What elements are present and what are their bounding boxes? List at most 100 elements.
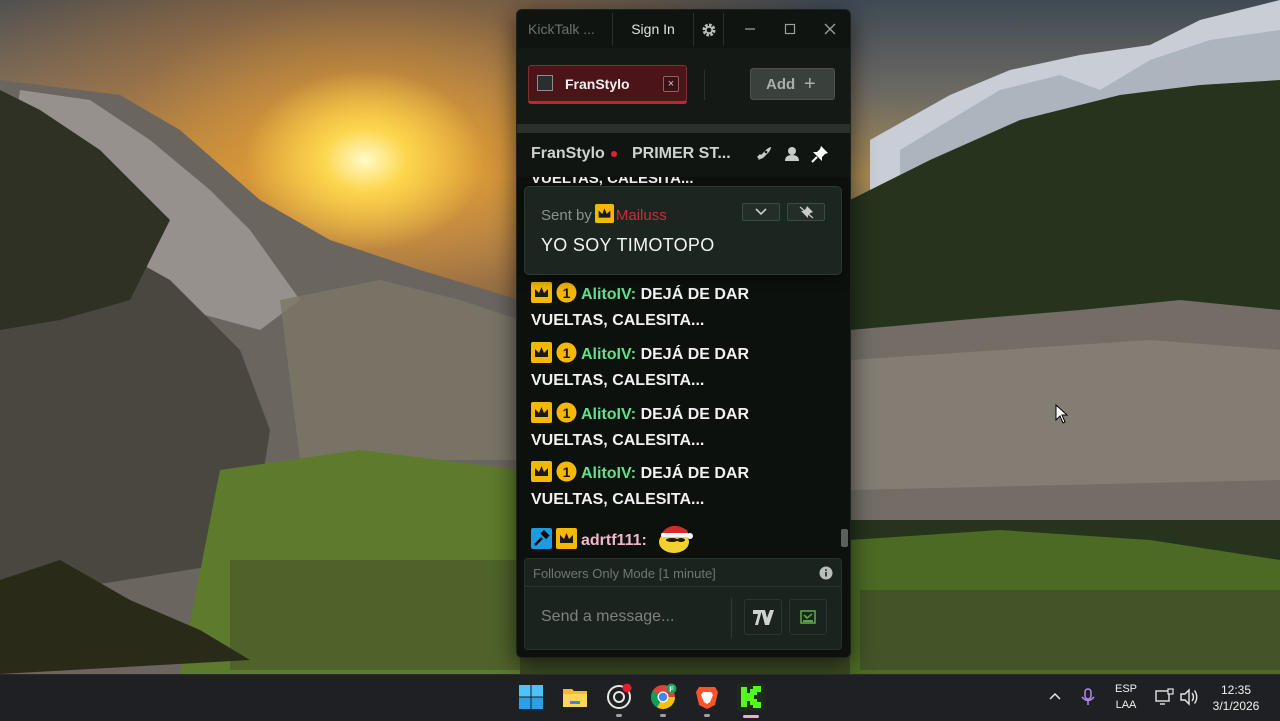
chat-username[interactable]: AlitoIV:	[581, 465, 636, 482]
kicktalk-window: KickTalk ... Sign In FranStylo × Add + F…	[516, 9, 851, 658]
mouse-cursor	[1055, 404, 1069, 424]
active-app-indicator	[743, 715, 759, 718]
chat-message: 1 AlitoIV: DEJÁ DE DAR VUELTAS, CALESITA..…	[531, 402, 831, 454]
chat-text: DEJÁ DE DAR	[640, 286, 750, 303]
tab-label: FranStylo	[565, 76, 630, 92]
app-title: KickTalk ...	[528, 21, 595, 37]
user-icon[interactable]	[782, 144, 802, 164]
file-explorer-icon[interactable]	[561, 683, 589, 711]
svg-text:1: 1	[563, 464, 571, 480]
volume-icon[interactable]	[1179, 688, 1199, 706]
chat-text-line2: VUELTAS, CALESITA...	[531, 491, 705, 508]
expand-pinned-button[interactable]	[742, 203, 780, 221]
svg-text:1: 1	[563, 405, 571, 421]
unpin-icon	[799, 206, 814, 219]
scrollbar-thumb[interactable]	[841, 529, 848, 547]
chat-username[interactable]: adrtf111:	[581, 532, 647, 549]
running-indicator	[616, 714, 622, 717]
tab-franstylo[interactable]: FranStylo ×	[528, 65, 687, 104]
crown-badge-icon	[556, 528, 577, 549]
chevron-down-icon	[755, 208, 767, 216]
microphone-icon[interactable]	[1080, 687, 1096, 707]
unpin-button[interactable]	[787, 203, 825, 221]
chevron-up-icon[interactable]	[1048, 691, 1062, 701]
chat-text-line2: VUELTAS, CALESITA...	[531, 312, 705, 329]
running-indicator	[704, 714, 710, 717]
chrome-icon[interactable]: F	[649, 683, 677, 711]
chat-text: DEJÁ DE DAR	[640, 346, 750, 363]
windows-start-icon[interactable]	[517, 683, 545, 711]
sub-badge-icon: 1	[556, 402, 577, 423]
chat-text-line2: VUELTAS, CALESITA...	[531, 372, 705, 389]
brave-icon[interactable]	[693, 683, 721, 711]
kick-emotes-button[interactable]	[789, 599, 827, 635]
sub-badge-icon: 1	[556, 282, 577, 303]
add-channel-button[interactable]: Add +	[750, 68, 835, 100]
emote-picker-icon	[800, 610, 816, 624]
running-indicator	[660, 714, 666, 717]
keyboard-layout-indicator[interactable]: LAA	[1110, 699, 1142, 711]
crown-badge-icon	[531, 402, 552, 423]
chat-username[interactable]: AlitoIV:	[581, 286, 636, 303]
chat-username[interactable]: AlitoIV:	[581, 406, 636, 423]
svg-text:1: 1	[563, 285, 571, 301]
svg-text:1: 1	[563, 345, 571, 361]
add-label: Add	[766, 76, 796, 93]
pinned-sender: Sent by Mailuss	[541, 204, 667, 224]
followers-only-text: Followers Only Mode [1 minute]	[533, 566, 716, 581]
crown-badge-icon	[531, 342, 552, 363]
message-composer: Followers Only Mode [1 minute]	[517, 555, 850, 657]
message-input-box	[524, 587, 842, 650]
chat-message: 1 AlitoIV: DEJÁ DE DAR VUELTAS, CALESITA..…	[531, 461, 831, 513]
chat-header: FranStylo PRIMER ST...	[517, 133, 850, 178]
network-icon[interactable]	[1154, 688, 1174, 706]
chat-text: DEJÁ DE DAR	[640, 406, 750, 423]
chat-text-line2: VUELTAS, CALESITA...	[531, 432, 705, 449]
pin-icon[interactable]	[810, 144, 830, 164]
moderator-badge-icon	[531, 528, 552, 549]
chat-username[interactable]: AlitoIV:	[581, 346, 636, 363]
taskbar: F ESP LAA 12:35 3/1/2026	[0, 674, 1280, 721]
crown-badge-icon	[594, 204, 614, 223]
sub-badge-icon: 1	[556, 461, 577, 482]
settings-button[interactable]	[694, 13, 724, 46]
plus-icon: +	[804, 73, 816, 95]
chat-message: 1 AlitoIV: DEJÁ DE DAR VUELTAS, CALESITA..…	[531, 342, 831, 394]
message-input[interactable]	[526, 588, 726, 646]
clock-date[interactable]: 3/1/2026	[1206, 699, 1266, 713]
chat-message: adrtf111:	[531, 522, 831, 554]
tab-close-button[interactable]: ×	[663, 76, 679, 92]
tabs-divider	[704, 70, 705, 100]
pinned-message-text: YO SOY TIMOTOPO	[541, 235, 715, 255]
clock-time[interactable]: 12:35	[1206, 683, 1266, 697]
chatgpt-icon[interactable]	[605, 683, 633, 711]
chat-message: 1 AlitoIV: DEJÁ DE DAR VUELTAS, CALESITA..…	[531, 282, 831, 334]
sign-in-button[interactable]: Sign In	[612, 13, 694, 46]
broken-image-icon	[537, 75, 553, 91]
chrome-profile-badge: F	[669, 684, 674, 693]
rocket-icon[interactable]	[754, 144, 774, 164]
7tv-emotes-button[interactable]	[744, 599, 782, 635]
stream-title: PRIMER ST...	[632, 145, 731, 162]
followers-only-notice: Followers Only Mode [1 minute]	[524, 558, 842, 587]
channel-name[interactable]: FranStylo	[531, 145, 605, 163]
crown-badge-icon	[531, 282, 552, 303]
crown-badge-icon	[531, 461, 552, 482]
input-separator	[731, 598, 732, 638]
close-icon[interactable]	[821, 20, 839, 38]
7tv-icon	[753, 610, 774, 625]
pinned-username[interactable]: Mailuss	[616, 207, 667, 224]
gear-icon	[702, 23, 716, 37]
santa-hat-emote	[659, 525, 694, 553]
sent-by-label: Sent by	[541, 207, 592, 224]
channel-tabs: FranStylo × Add +	[517, 48, 850, 124]
pinned-message: Sent by Mailuss YO SOY TIMOTOPO	[524, 186, 842, 275]
minimize-icon[interactable]	[741, 20, 759, 38]
live-indicator	[611, 151, 617, 157]
title-bar: KickTalk ... Sign In	[517, 10, 850, 48]
kick-icon[interactable]	[737, 683, 765, 711]
chat-text: DEJÁ DE DAR	[640, 465, 750, 482]
info-icon[interactable]	[819, 566, 833, 580]
maximize-icon[interactable]	[781, 20, 799, 38]
language-indicator[interactable]: ESP	[1110, 683, 1142, 695]
